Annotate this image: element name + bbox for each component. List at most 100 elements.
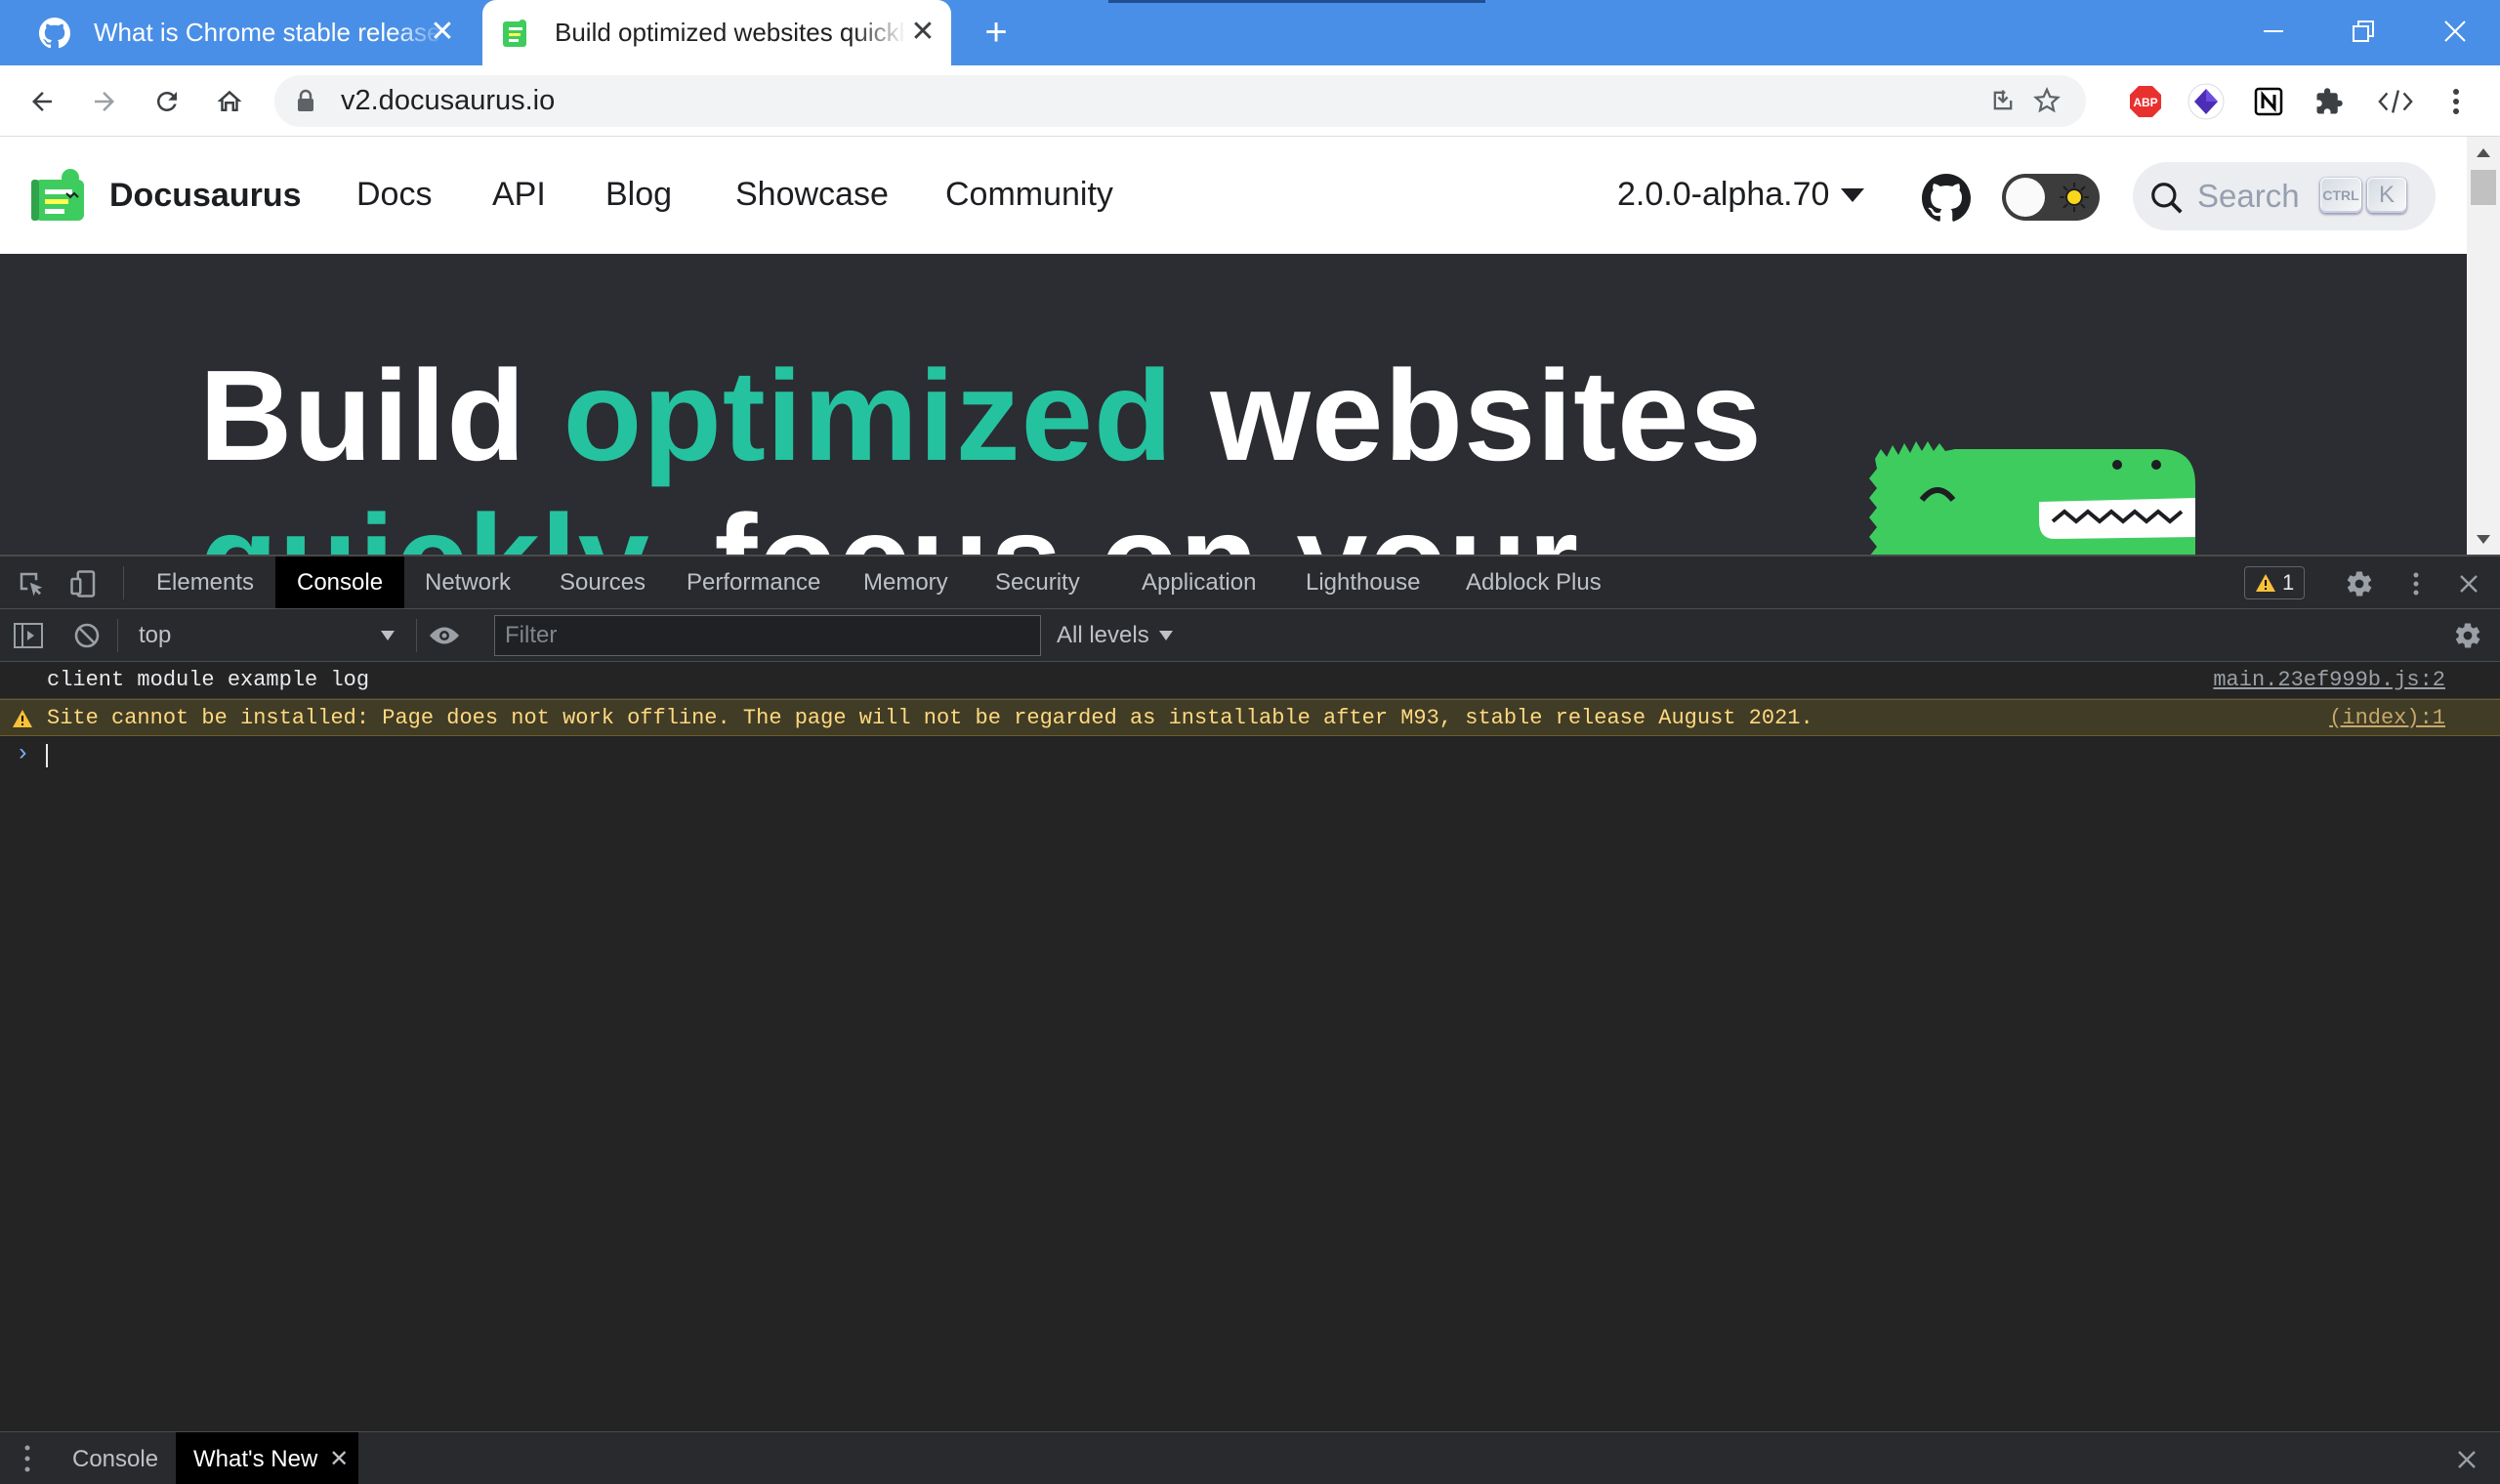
devtools-menu-icon[interactable] [2398, 566, 2434, 601]
sun-icon [2060, 183, 2089, 212]
message-text: client module example log [47, 668, 370, 692]
bookmark-star-icon[interactable] [2029, 83, 2064, 118]
theme-toggle[interactable] [2002, 174, 2100, 221]
message-source-link[interactable]: main.23ef999b.js:2 [2213, 662, 2445, 699]
settings-gear-icon[interactable] [2342, 566, 2377, 601]
divider [416, 619, 417, 652]
divider [123, 566, 124, 599]
clear-console-icon[interactable] [70, 619, 104, 652]
nav-link-showcase[interactable]: Showcase [735, 176, 889, 214]
brand-link[interactable]: Docusaurus [31, 168, 302, 223]
drawer-tab-console[interactable]: Console [55, 1432, 176, 1484]
adblock-plus-icon[interactable]: ABP [2127, 83, 2164, 120]
docusaurus-dino-illustration [1869, 441, 2195, 555]
console-output: client module example log main.23ef999b.… [0, 662, 2500, 1422]
context-selector[interactable]: top [127, 617, 400, 654]
forward-arrow-icon[interactable] [86, 83, 123, 120]
tab-performance[interactable]: Performance [665, 556, 842, 608]
tab-close-icon[interactable]: ✕ [908, 18, 938, 47]
log-levels-dropdown[interactable]: All levels [1057, 617, 1173, 654]
live-expression-eye-icon[interactable] [428, 619, 461, 652]
version-label: 2.0.0-alpha.70 [1617, 176, 1830, 213]
restore-icon[interactable] [2342, 10, 2385, 53]
hero-word: websites [1210, 344, 1763, 487]
console-message-log: client module example log main.23ef999b.… [0, 662, 2500, 699]
scroll-up-icon[interactable] [2477, 148, 2490, 157]
warning-icon [2256, 574, 2275, 592]
docusaurus-logo-icon [31, 169, 84, 221]
console-prompt[interactable]: › [0, 736, 2500, 773]
extensions-puzzle-icon[interactable] [2311, 83, 2348, 120]
brand-name: Docusaurus [109, 176, 302, 214]
tab-network[interactable]: Network [403, 556, 532, 608]
reload-icon[interactable] [148, 83, 186, 120]
device-toolbar-icon[interactable] [66, 566, 102, 601]
tab-console[interactable]: Console [275, 556, 405, 608]
tab-elements[interactable]: Elements [135, 556, 275, 608]
tab-close-icon[interactable]: ✕ [428, 18, 457, 47]
url-text: v2.docusaurus.io [341, 85, 556, 116]
warning-icon [13, 710, 32, 727]
new-tab-button[interactable]: + [979, 13, 1014, 52]
console-settings-gear-icon[interactable] [2451, 619, 2484, 652]
close-drawer-icon[interactable] [2457, 1450, 2477, 1474]
site-navbar: Docusaurus Docs API Blog Showcase Commun… [0, 137, 2467, 254]
show-sidebar-icon[interactable] [12, 619, 45, 652]
scrollbar-thumb[interactable] [2471, 170, 2496, 205]
nav-link-api[interactable]: API [492, 176, 546, 214]
drawer-menu-icon[interactable] [23, 1444, 31, 1478]
github-favicon-icon [39, 17, 70, 49]
tab-sources[interactable]: Sources [538, 556, 667, 608]
hero-accent-word: quickly, [199, 488, 678, 555]
devtools-panel: Elements Console Network Sources Perform… [0, 555, 2500, 1484]
tab-chrome-release[interactable]: What is Chrome stable release ✕ [21, 0, 471, 65]
nav-link-docs[interactable]: Docs [356, 176, 432, 214]
github-icon[interactable] [1922, 174, 1971, 227]
tab-memory[interactable]: Memory [842, 556, 970, 608]
close-devtools-icon[interactable] [2451, 566, 2486, 601]
version-dropdown[interactable]: 2.0.0-alpha.70 [1617, 176, 1865, 214]
tab-application[interactable]: Application [1120, 556, 1277, 608]
page-scrollbar[interactable] [2467, 137, 2500, 555]
lock-icon[interactable] [296, 89, 315, 117]
text-cursor [46, 744, 48, 767]
hero-title: Build optimized websites quickly, focus … [199, 344, 1859, 555]
close-tab-icon[interactable]: ✕ [329, 1432, 349, 1484]
drawer-tab-label: What's New [193, 1446, 318, 1472]
drawer-tab-whats-new[interactable]: What's New ✕ [176, 1432, 359, 1484]
tab-strip-indicator [1108, 0, 1485, 3]
scroll-down-icon[interactable] [2477, 535, 2490, 544]
search-button[interactable]: Search CTRL K [2133, 162, 2436, 230]
close-window-icon[interactable] [2434, 10, 2477, 53]
docusaurus-favicon-icon [500, 18, 531, 49]
home-icon[interactable] [211, 83, 248, 120]
nav-link-community[interactable]: Community [945, 176, 1113, 214]
tab-security[interactable]: Security [974, 556, 1102, 608]
filter-input[interactable] [494, 615, 1041, 656]
warnings-counter[interactable]: 1 [2244, 566, 2306, 599]
nav-link-blog[interactable]: Blog [605, 176, 672, 214]
tab-lighthouse[interactable]: Lighthouse [1284, 556, 1441, 608]
extension-cube-icon[interactable] [2188, 83, 2225, 120]
address-bar[interactable]: v2.docusaurus.io [274, 75, 2086, 127]
chrome-menu-icon[interactable] [2438, 83, 2475, 120]
console-message-warning: Site cannot be installed: Page does not … [0, 699, 2500, 736]
devtools-code-icon[interactable] [2377, 83, 2414, 120]
minimize-icon[interactable] [2252, 10, 2295, 53]
tab-docusaurus[interactable]: Build optimized websites quickly ✕ [482, 0, 951, 65]
install-app-icon[interactable] [1985, 83, 2021, 118]
caret-down-icon [1841, 187, 1865, 202]
tab-title: Build optimized websites quickly [555, 18, 906, 47]
svg-text:ABP: ABP [2133, 96, 2157, 109]
back-arrow-icon[interactable] [23, 83, 61, 120]
message-source-link[interactable]: (index):1 [2329, 700, 2445, 737]
tab-strip: What is Chrome stable release ✕ Build op… [0, 0, 2500, 65]
divider [117, 619, 118, 652]
notion-icon[interactable] [2250, 83, 2287, 120]
kbd-k: K [2367, 178, 2406, 213]
warning-count: 1 [2282, 570, 2295, 595]
tab-adblock-plus[interactable]: Adblock Plus [1444, 556, 1623, 608]
inspect-element-icon[interactable] [14, 566, 49, 601]
caret-down-icon [381, 631, 395, 640]
kbd-ctrl: CTRL [2320, 178, 2361, 213]
